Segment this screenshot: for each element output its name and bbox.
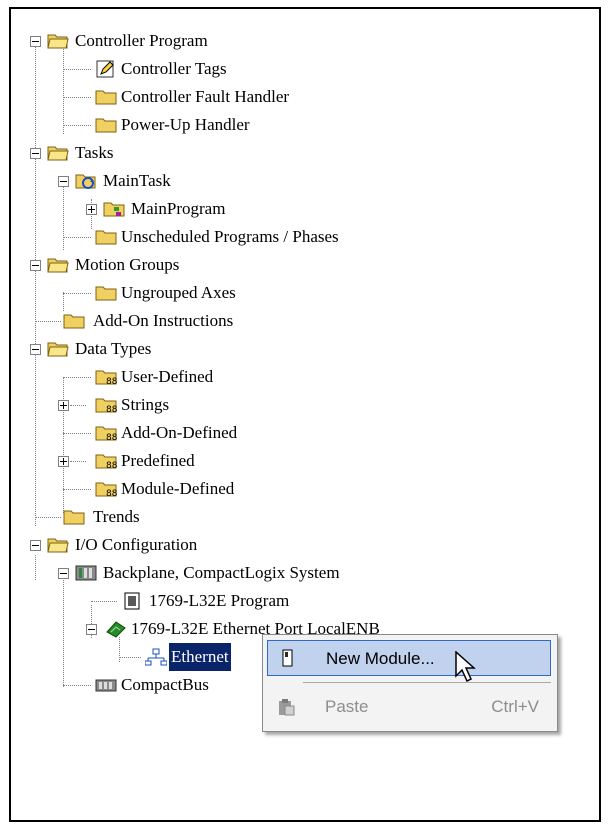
tree-line [35,555,36,580]
tree-node-label: Add-On-Defined [121,423,238,442]
datatype-folder-icon: 88 [95,454,117,470]
network-icon [145,648,167,666]
tree-node-label: 1769-L32E Program [149,591,290,610]
expand-toggle[interactable] [58,400,69,411]
tree-node-label: Backplane, CompactLogix System [103,563,340,582]
folder-icon [95,230,117,245]
svg-text:88: 88 [106,377,117,386]
collapse-toggle[interactable] [30,540,41,551]
svg-text:88: 88 [106,489,117,498]
controller-module-icon [124,592,140,610]
menu-item-shortcut: Ctrl+V [491,697,539,716]
tree-node-label: CompactBus [121,675,209,694]
folder-open-icon [47,146,69,161]
collapse-toggle[interactable] [58,176,69,187]
collapse-toggle[interactable] [30,344,41,355]
tree-line [63,577,64,687]
backplane-icon [75,565,97,581]
tree-line [63,378,64,513]
mouse-cursor-icon [455,651,476,683]
tree-line [63,49,64,134]
folder-icon [95,90,117,105]
tree-node-label: Tasks [75,143,114,162]
tree-node-label: Controller Program [75,31,208,50]
datatype-folder-icon: 88 [95,370,117,386]
tree-node-label: Unscheduled Programs / Phases [121,227,339,246]
tree-node-label: Add-On Instructions [93,311,234,330]
expand-toggle[interactable] [58,456,69,467]
folder-open-icon [47,538,69,553]
folder-open-icon [47,342,69,357]
tags-pencil-icon [96,60,114,78]
collapse-toggle[interactable] [30,148,41,159]
tree-node-label: MainProgram [131,199,226,218]
folder-open-icon [47,34,69,49]
menu-item-label: Paste [325,697,369,716]
tree-node-label: Ethernet [169,643,231,671]
tree-node-label: User-Defined [121,367,214,386]
program-icon [103,202,125,217]
tree-node-label: Motion Groups [75,255,180,274]
datatype-folder-icon: 88 [95,398,117,414]
tree-line [63,177,64,250]
menu-separator [303,682,551,683]
tree-line [35,36,36,526]
paste-icon [279,699,295,716]
tree-line [119,637,120,662]
tree-node-label: Trends [93,507,140,526]
new-module-icon [282,649,293,667]
task-icon [75,174,96,189]
folder-icon [95,286,117,301]
menu-item-label: New Module... [326,649,435,668]
svg-text:88: 88 [106,433,117,442]
folder-icon [63,510,85,525]
tree-node-label: I/O Configuration [75,535,198,554]
collapse-toggle[interactable] [86,624,97,635]
compactbus-icon [95,679,117,692]
folder-icon [63,314,85,329]
menu-item-paste[interactable]: Paste Ctrl+V [267,689,551,725]
tree-line [63,292,64,311]
tree-node-label: Strings [121,395,170,414]
tree-node-label: Power-Up Handler [121,115,250,134]
tree-node-label: Data Types [75,339,152,358]
expand-toggle[interactable] [86,204,97,215]
svg-text:88: 88 [106,405,117,414]
svg-text:88: 88 [106,461,117,470]
folder-open-icon [47,258,69,273]
tree-node-label: Controller Tags [121,59,227,78]
tree-node-label: MainTask [103,171,171,190]
datatype-folder-icon: 88 [95,426,117,442]
tree-node-label: Module-Defined [121,479,235,498]
menu-item-new-module[interactable]: New Module... [267,640,551,683]
collapse-toggle[interactable] [30,36,41,47]
folder-icon [95,118,117,133]
tree-node-label: Controller Fault Handler [121,87,290,106]
tree-node-label: Predefined [121,451,195,470]
context-menu: New Module... Paste Ctrl+V [262,634,558,732]
collapse-toggle[interactable] [30,260,41,271]
tree-node-label: Ungrouped Axes [121,283,236,302]
collapse-toggle[interactable] [58,568,69,579]
datatype-folder-icon: 88 [95,482,117,498]
ethernet-port-icon [106,621,126,638]
